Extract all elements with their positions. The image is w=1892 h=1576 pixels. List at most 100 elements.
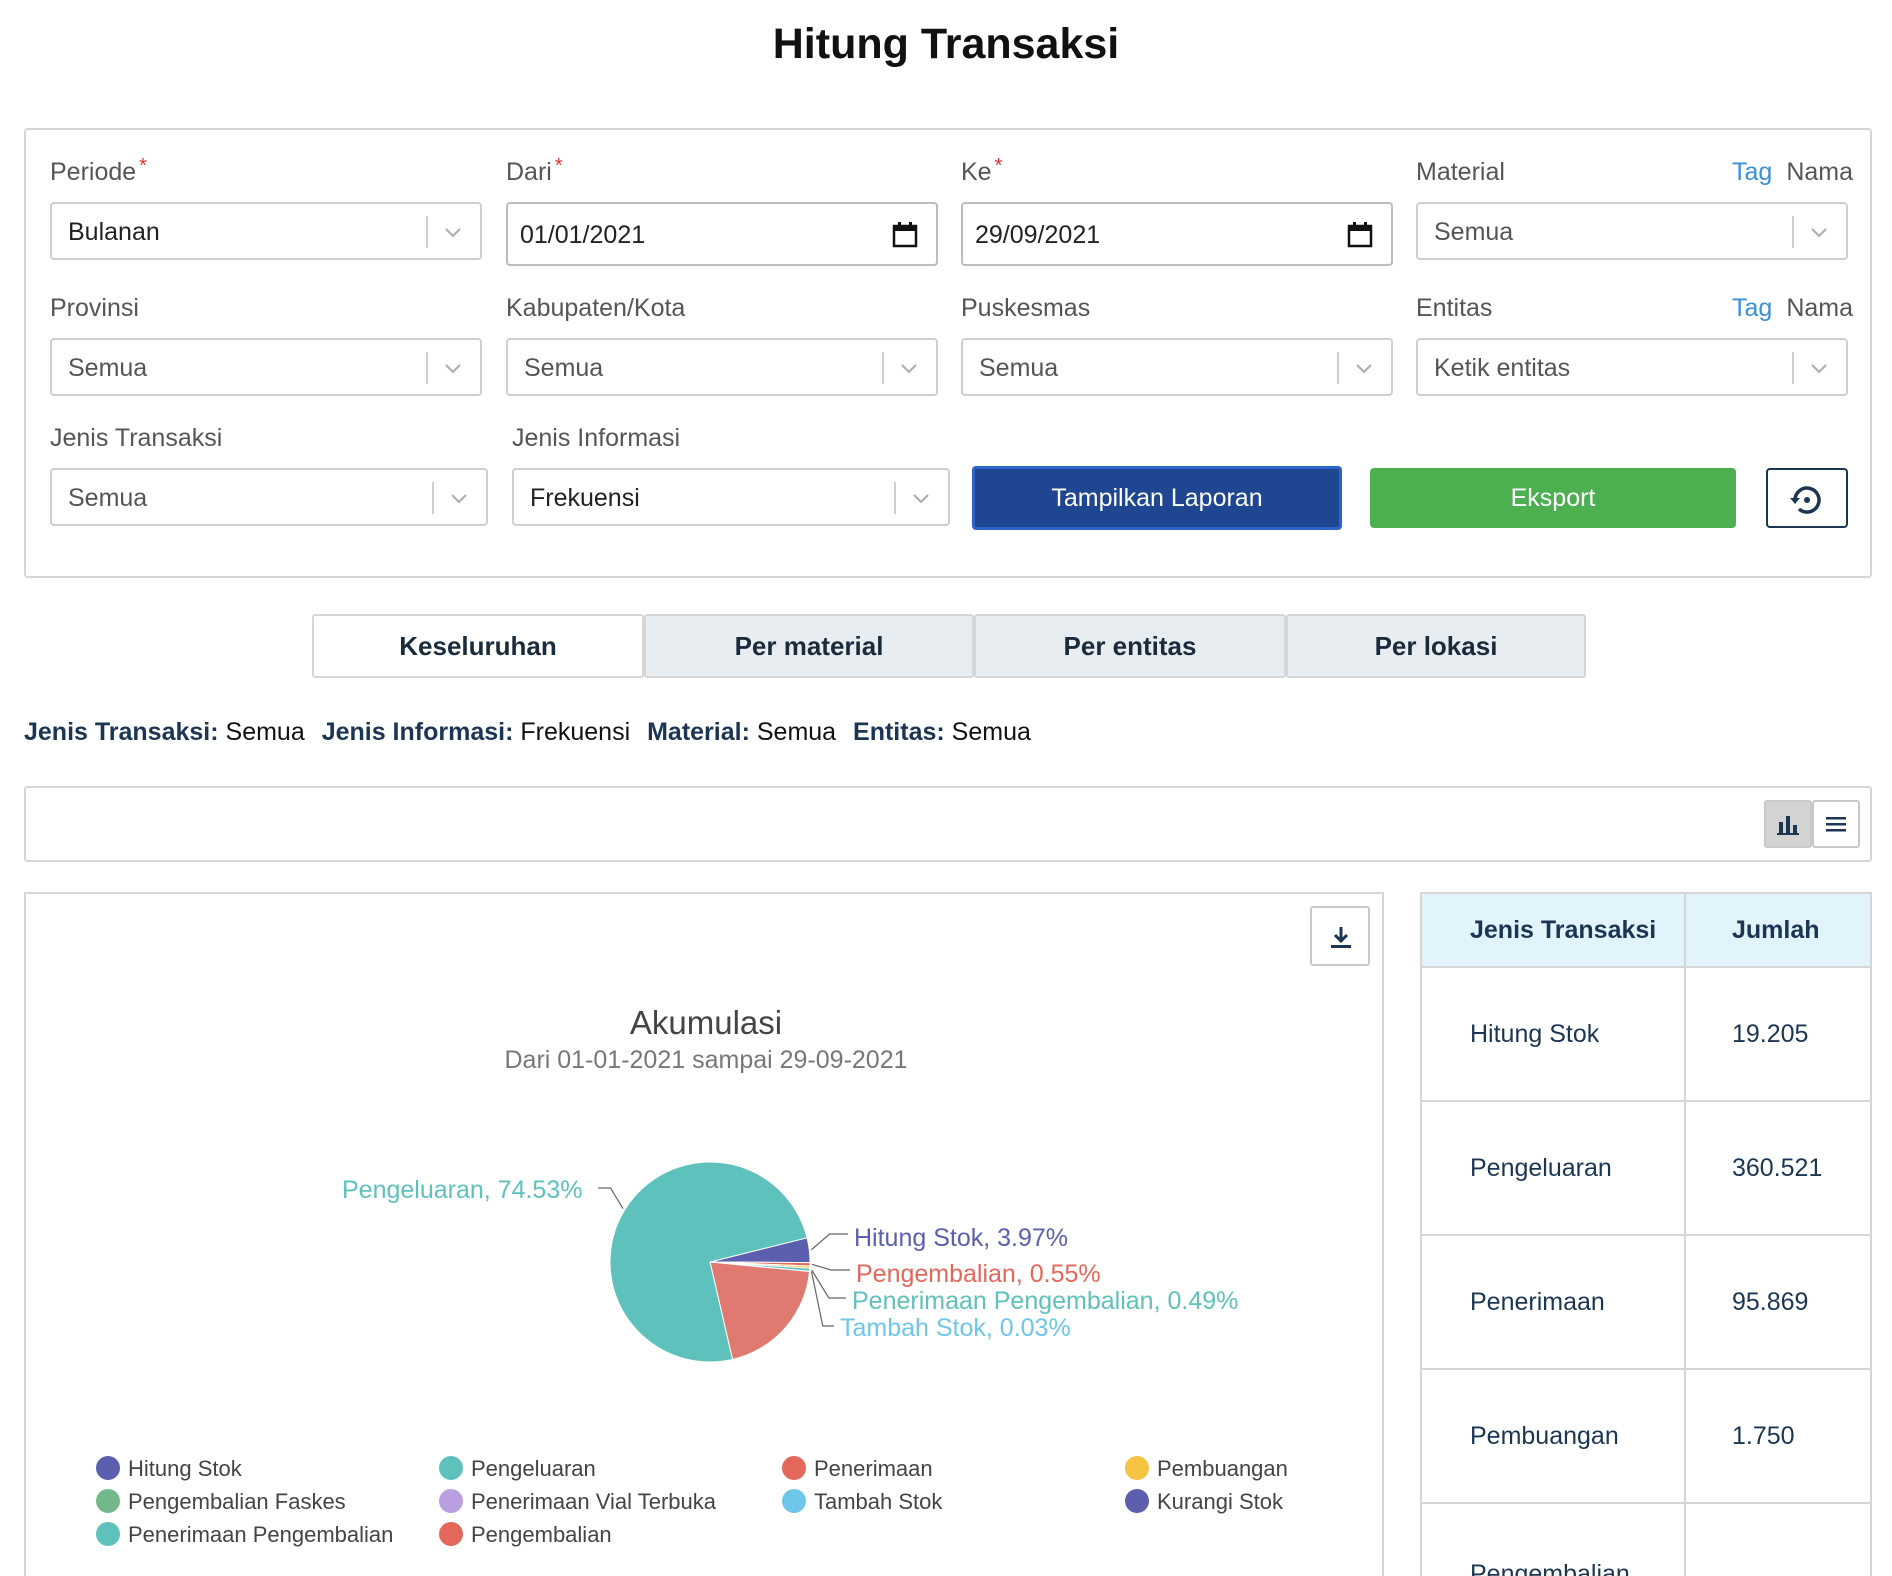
dari-value: 01/01/2021 xyxy=(520,221,646,249)
jenis-informasi-label: Jenis Informasi xyxy=(512,424,681,452)
summary-value: Semua xyxy=(951,718,1031,746)
filter-summary: Jenis Transaksi: Semua Jenis Informasi: … xyxy=(24,718,1041,747)
calendar-icon[interactable] xyxy=(1345,220,1375,250)
kabupaten-select[interactable]: Semua xyxy=(506,338,938,396)
download-chart-button[interactable] xyxy=(1310,906,1370,966)
table-row: Hitung Stok 19.205 xyxy=(1420,966,1872,1102)
legend-dot xyxy=(782,1456,806,1481)
legend-dot xyxy=(439,1489,463,1514)
entitas-tag-link[interactable]: Tag xyxy=(1732,294,1772,322)
legend-item[interactable]: Tambah Stok xyxy=(782,1489,942,1515)
tab-per-material[interactable]: Per material xyxy=(644,614,974,678)
tab-per-entitas[interactable]: Per entitas xyxy=(974,614,1286,678)
legend-item[interactable]: Pengeluaran xyxy=(439,1456,596,1482)
provinsi-select[interactable]: Semua xyxy=(50,338,482,396)
jenis-transaksi-select[interactable]: Semua xyxy=(50,468,488,526)
bar-chart-icon xyxy=(1777,816,1799,835)
puskesmas-select[interactable]: Semua xyxy=(961,338,1393,396)
legend-dot xyxy=(439,1522,463,1547)
puskesmas-value: Semua xyxy=(979,354,1059,382)
list-icon xyxy=(1826,817,1846,832)
select-separator xyxy=(432,482,434,514)
select-separator xyxy=(1792,216,1794,248)
ke-date-input[interactable]: 29/09/2021 xyxy=(961,202,1393,266)
chart-view-button[interactable] xyxy=(1764,800,1812,848)
legend-dot xyxy=(96,1456,120,1481)
summary-key: Entitas: xyxy=(853,718,945,746)
jenis-transaksi-value: Semua xyxy=(68,484,148,512)
periode-select[interactable]: Bulanan xyxy=(50,202,482,260)
page-title: Hitung Transaksi xyxy=(772,20,1120,68)
transaction-table: Jenis Transaksi Jumlah Hitung Stok 19.205… xyxy=(1420,892,1872,1576)
periode-value: Bulanan xyxy=(68,218,160,246)
table-row: Pengembalian xyxy=(1420,1502,1872,1576)
chevron-down-icon xyxy=(901,364,917,374)
jenis-transaksi-label: Jenis Transaksi xyxy=(50,424,223,452)
entitas-label: Entitas xyxy=(1416,294,1493,322)
label-connector-line xyxy=(811,1263,850,1271)
entitas-nama-link[interactable]: Nama xyxy=(1786,294,1853,322)
dari-date-input[interactable]: 01/01/2021 xyxy=(506,202,938,266)
material-tag-link[interactable]: Tag xyxy=(1732,158,1772,186)
reset-button[interactable] xyxy=(1766,468,1848,528)
chart-title: Akumulasi xyxy=(629,1004,783,1041)
legend-dot xyxy=(96,1522,120,1547)
legend-item[interactable]: Hitung Stok xyxy=(96,1456,242,1482)
filter-panel: Periode * Bulanan Dari * 01/01/2021 Ke * 29… xyxy=(24,128,1872,578)
chart-panel: Akumulasi Dari 01-01-2021 sampai 29-09-2… xyxy=(24,892,1384,1576)
material-select[interactable]: Semua xyxy=(1416,202,1848,260)
entitas-select[interactable]: Ketik entitas xyxy=(1416,338,1848,396)
periode-label: Periode * xyxy=(50,155,147,186)
legend-item[interactable]: Pengembalian Faskes xyxy=(96,1489,346,1515)
view-toolbar xyxy=(24,786,1872,862)
jenis-informasi-value: Frekuensi xyxy=(530,484,640,512)
jenis-informasi-select[interactable]: Frekuensi xyxy=(512,468,950,526)
chevron-down-icon xyxy=(451,494,467,504)
label-connector-line xyxy=(598,1187,624,1210)
legend-item[interactable]: Penerimaan xyxy=(782,1456,933,1482)
column-header: Jumlah xyxy=(1684,892,1872,968)
show-report-button[interactable]: Tampilkan Laporan xyxy=(972,466,1342,530)
tab-per-lokasi[interactable]: Per lokasi xyxy=(1286,614,1586,678)
table-cell xyxy=(1684,1502,1872,1576)
material-tag-nama-toggle: Tag Nama xyxy=(1732,158,1853,187)
data-label-pengeluaran: Pengeluaran, 74.53% xyxy=(342,1176,583,1204)
dari-label: Dari * xyxy=(506,155,563,186)
table-view-button[interactable] xyxy=(1812,800,1860,848)
table-cell: Hitung Stok xyxy=(1420,966,1686,1102)
table-header-row: Jenis Transaksi Jumlah xyxy=(1420,892,1872,968)
legend-dot xyxy=(1125,1489,1149,1514)
material-label: Material xyxy=(1416,158,1505,186)
calendar-icon[interactable] xyxy=(890,220,920,250)
legend-dot xyxy=(782,1489,806,1514)
chevron-down-icon xyxy=(445,228,461,238)
table-cell: 95.869 xyxy=(1684,1234,1872,1370)
legend-item[interactable]: Penerimaan Vial Terbuka xyxy=(439,1489,716,1515)
table-cell: 360.521 xyxy=(1684,1100,1872,1236)
history-icon xyxy=(1790,486,1821,514)
label-connector-line xyxy=(810,1271,834,1327)
export-button[interactable]: Eksport xyxy=(1370,468,1736,528)
legend-dot xyxy=(439,1456,463,1481)
legend-dot xyxy=(96,1489,120,1514)
legend-item[interactable]: Penerimaan Pengembalian xyxy=(96,1522,393,1548)
entitas-tag-nama-toggle: Tag Nama xyxy=(1732,294,1853,323)
summary-value: Semua xyxy=(756,718,837,746)
table-cell: 19.205 xyxy=(1684,966,1872,1102)
summary-key: Jenis Transaksi: xyxy=(24,718,219,746)
legend-item[interactable]: Pengembalian xyxy=(439,1522,612,1548)
kabupaten-value: Semua xyxy=(524,354,604,382)
select-separator xyxy=(1337,352,1339,384)
tab-keseluruhan[interactable]: Keseluruhan xyxy=(312,614,644,678)
legend-item[interactable]: Pembuangan xyxy=(1125,1456,1288,1482)
material-nama-link[interactable]: Nama xyxy=(1786,158,1853,186)
summary-key: Jenis Informasi: xyxy=(321,718,514,746)
column-header: Jenis Transaksi xyxy=(1420,892,1686,968)
table-cell: 1.750 xyxy=(1684,1368,1872,1504)
ke-label: Ke * xyxy=(961,155,1003,186)
label-connector-line xyxy=(810,1233,848,1251)
data-label-tambah-stok: Tambah Stok, 0.03% xyxy=(840,1314,1071,1342)
data-label-hitung-stok: Hitung Stok, 3.97% xyxy=(854,1224,1069,1252)
data-label-penerimaan-pengembalian: Penerimaan Pengembalian, 0.49% xyxy=(852,1287,1239,1315)
legend-item[interactable]: Kurangi Stok xyxy=(1125,1489,1283,1515)
